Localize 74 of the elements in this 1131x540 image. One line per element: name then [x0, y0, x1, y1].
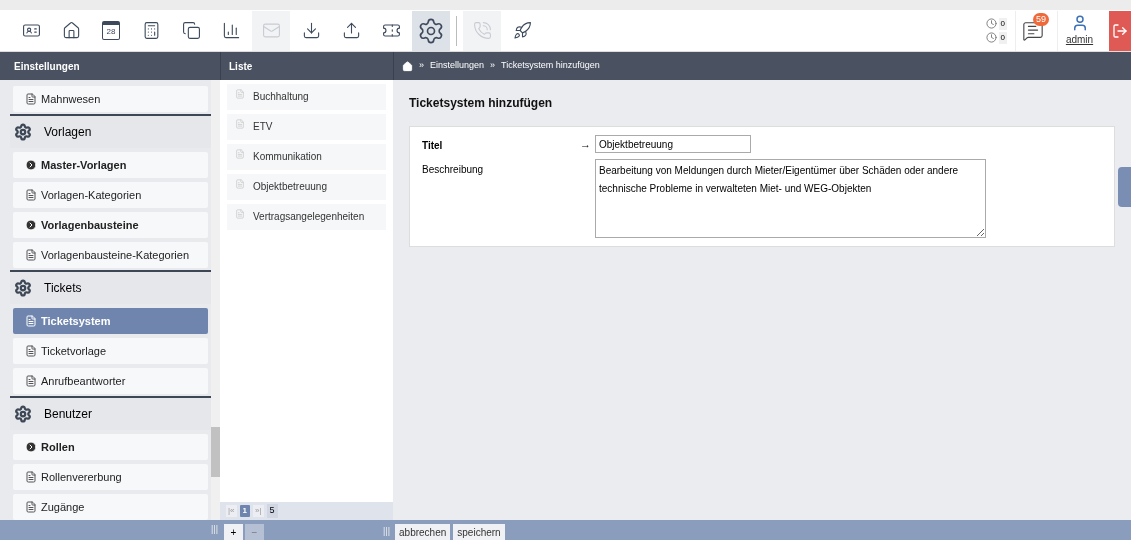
copy-icon: [181, 21, 201, 40]
list-item[interactable]: Kommunikation: [227, 144, 386, 170]
document-icon: [25, 189, 37, 201]
page-count: 5: [266, 504, 278, 518]
scrollbar[interactable]: [211, 80, 220, 520]
required-arrow: →: [580, 137, 592, 152]
list-item[interactable]: Buchhaltung: [227, 84, 386, 110]
chevron-icon: [25, 441, 37, 453]
sidebar-item[interactable]: Mahnwesen: [13, 86, 208, 112]
contact-card-icon: [21, 21, 41, 40]
document-icon: [25, 315, 37, 327]
logout-button[interactable]: [1109, 10, 1131, 51]
chevron-icon: [25, 159, 37, 171]
logout-icon: [1112, 22, 1128, 39]
sidebar-item[interactable]: Vorlagenbausteine: [13, 212, 208, 238]
toolbar-button[interactable]: [412, 10, 450, 51]
sidebar-item[interactable]: Ticketvorlage: [13, 338, 208, 364]
ticket-icon: [381, 21, 401, 40]
clock-icon: [985, 32, 997, 43]
sidebar-item[interactable]: Vorlagenbausteine-Kategorien: [13, 242, 208, 268]
download-icon: [301, 21, 321, 40]
gear-icon: [14, 405, 32, 423]
chevron-icon: [25, 219, 37, 231]
breadcrumb-separator: »: [490, 59, 496, 73]
home-icon[interactable]: [402, 60, 413, 72]
document-icon: [235, 179, 245, 189]
document-icon: [25, 249, 37, 261]
document-icon: [25, 501, 37, 513]
phone-icon: [472, 21, 492, 40]
sidebar-item[interactable]: Vorlagen-Kategorien: [13, 182, 208, 208]
clock-icon: [985, 18, 997, 29]
notification-badge: 59: [1033, 12, 1049, 26]
document-icon: [25, 345, 37, 357]
rocket-icon: [512, 21, 532, 40]
document-icon: [25, 471, 37, 483]
sidebar-item[interactable]: Ticketsystem: [13, 308, 208, 334]
action-button[interactable]: speichern: [453, 524, 505, 540]
list-item[interactable]: ETV: [227, 114, 386, 140]
page-button[interactable]: 1: [239, 505, 250, 517]
add-button[interactable]: +: [224, 524, 243, 540]
bar-chart-icon: [221, 21, 241, 40]
field-label: Beschreibung: [422, 163, 485, 177]
sidebar-header: Einstellungen: [13, 59, 81, 74]
action-button[interactable]: abbrechen: [395, 524, 451, 540]
document-icon: [25, 93, 37, 105]
document-icon: [235, 89, 245, 99]
breadcrumb-item[interactable]: Ticketsystem hinzufügen: [501, 59, 600, 73]
user-button[interactable]: admin: [1057, 10, 1101, 51]
calendar-icon: 28: [102, 21, 120, 40]
sidebar-item[interactable]: Master-Vorlagen: [13, 152, 208, 178]
sidebar-item[interactable]: Rollenvererbung: [13, 464, 208, 490]
document-icon: [235, 119, 245, 129]
sidebar-item[interactable]: Anrufbeantworter: [13, 368, 208, 394]
upload-icon: [341, 21, 361, 40]
gear-icon: [14, 279, 32, 297]
settings-icon: [417, 16, 445, 45]
list-item[interactable]: Objektbetreuung: [227, 174, 386, 200]
sidebar-item[interactable]: Rollen: [13, 434, 208, 460]
list-item[interactable]: Vertragsangelegenheiten: [227, 204, 386, 230]
breadcrumb-separator: »: [419, 59, 424, 73]
document-icon: [235, 209, 245, 219]
counter: 0: [998, 31, 1007, 44]
breadcrumb-item[interactable]: Einstellungen: [430, 59, 485, 73]
document-icon: [235, 149, 245, 159]
gear-icon: [14, 123, 32, 141]
title-field[interactable]: Objektbetreuung: [595, 135, 751, 153]
page-heading: Ticketsystem hinzufügen: [409, 95, 554, 112]
sidebar-item[interactable]: Zugänge: [13, 494, 208, 520]
counter: 0: [998, 17, 1007, 30]
envelope-icon: [261, 21, 281, 40]
document-icon: [25, 375, 37, 387]
house-icon: [61, 21, 81, 40]
description-field[interactable]: Bearbeitung von Meldungen durch Mieter/Eigentümer über Schäden oder andere technische Probleme in verwalteten Miet- und WEG-Objekten: [595, 159, 986, 238]
field-label: Titel: [422, 139, 444, 153]
